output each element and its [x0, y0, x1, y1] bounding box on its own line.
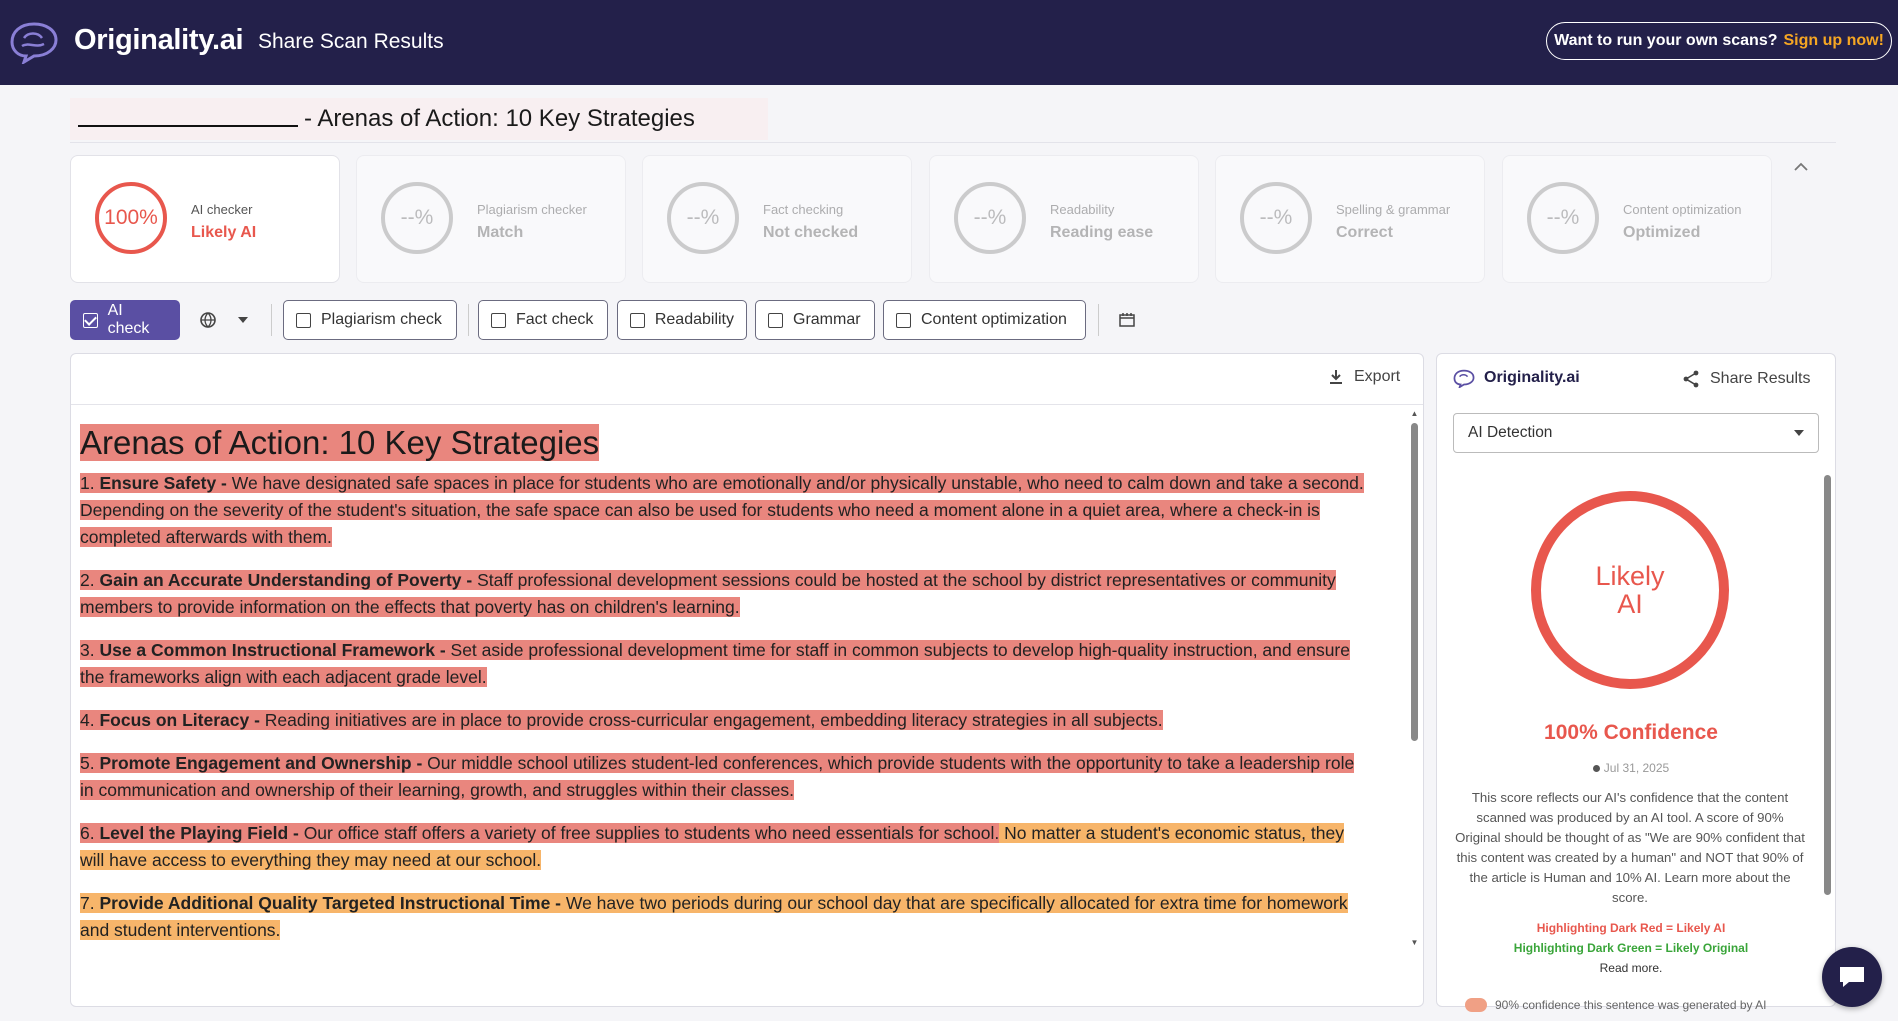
- card-label: Fact checking: [763, 202, 844, 217]
- chat-icon[interactable]: [1822, 947, 1882, 1007]
- score-ring: --%: [1527, 182, 1599, 254]
- paragraph: 3. Use a Common Instructional Framework …: [80, 640, 1350, 687]
- signup-question: Want to run your own scans?: [1554, 32, 1778, 49]
- export-button[interactable]: Export: [1328, 368, 1400, 386]
- export-download-icon: [1330, 370, 1342, 384]
- checkbox-icon: [896, 312, 911, 328]
- select-value: AI Detection: [1468, 424, 1553, 441]
- score-card-fact-checking[interactable]: --% Fact checking Not checked: [642, 155, 912, 283]
- toolbar-divider: [1098, 304, 1099, 336]
- brain-logo-icon: [1453, 369, 1475, 388]
- score-card-ai-checker[interactable]: 100% AI checker Likely AI: [70, 155, 340, 283]
- export-label: Export: [1354, 368, 1401, 385]
- score-ring: 100%: [95, 182, 167, 254]
- language-globe-icon[interactable]: [196, 308, 220, 332]
- legend-likely-original: Highlighting Dark Green = Likely Origina…: [1513, 941, 1749, 955]
- card-label: Spelling & grammar: [1336, 202, 1451, 217]
- checkbox-icon: [768, 312, 783, 328]
- calendar-icon[interactable]: [1115, 308, 1139, 332]
- confidence-score: 100% Confidence: [1544, 721, 1718, 744]
- author-redaction-line: [78, 125, 298, 127]
- legend-likely-ai: Highlighting Dark Red = Likely AI: [1536, 921, 1726, 935]
- checkbox-icon: [491, 312, 506, 328]
- chevron-down-icon[interactable]: [231, 308, 255, 332]
- side-panel-scrollbar[interactable]: [1824, 475, 1831, 895]
- ai-check-label: AI check: [107, 302, 150, 337]
- paragraph: 1. Ensure Safety - We have designated sa…: [80, 473, 1364, 547]
- scroll-down-icon[interactable]: ▼: [1410, 938, 1419, 947]
- paragraph: 5. Promote Engagement and Ownership - Ou…: [80, 753, 1355, 800]
- score-card-plagiarism[interactable]: --% Plagiarism checker Match: [356, 155, 626, 283]
- ai-score-ring: Likely AI: [1531, 491, 1729, 689]
- detection-mode-select[interactable]: AI Detection: [1453, 413, 1819, 453]
- card-value: Match: [477, 224, 524, 241]
- fact-check-label: Fact check: [516, 311, 594, 328]
- score-explanation: This score reflects our AI's confidence …: [1455, 790, 1805, 905]
- scroll-up-icon[interactable]: ▲: [1410, 409, 1419, 418]
- brain-logo-icon[interactable]: [8, 18, 60, 64]
- divider: [70, 142, 1836, 143]
- score-ring: --%: [667, 182, 739, 254]
- brand-name[interactable]: Originality.ai: [74, 24, 244, 57]
- document-title-row: - Arenas of Action: 10 Key Strategies: [70, 98, 768, 140]
- paragraph: 7. Provide Additional Quality Targeted I…: [80, 893, 1348, 940]
- paragraph: 6. Level the Playing Field - Our office …: [80, 823, 1344, 870]
- sentence-confidence-item: 90% confidence this sentence was generat…: [1465, 998, 1805, 1012]
- card-label: AI checker: [191, 202, 253, 217]
- ai-check-toggle[interactable]: AI check: [70, 300, 180, 340]
- card-label: Plagiarism checker: [477, 202, 587, 217]
- readability-toggle[interactable]: Readability: [617, 300, 747, 340]
- content-optimization-toggle[interactable]: Content optimization: [883, 300, 1086, 340]
- card-value: Reading ease: [1050, 224, 1154, 241]
- ring-label-line2: AI: [1617, 589, 1643, 619]
- checkbox-checked-icon: [83, 312, 98, 328]
- document-scrollbar[interactable]: [1411, 423, 1418, 741]
- grammar-toggle[interactable]: Grammar: [755, 300, 875, 340]
- card-label: Content optimization: [1623, 202, 1742, 217]
- paragraph: 2. Gain an Accurate Understanding of Pov…: [80, 570, 1336, 617]
- score-ring: --%: [1240, 182, 1312, 254]
- chevron-down-icon: [1794, 430, 1804, 436]
- score-ring: --%: [954, 182, 1026, 254]
- document-heading: Arenas of Action: 10 Key Strategies: [80, 424, 600, 461]
- checkbox-icon: [630, 312, 645, 328]
- content-optimization-label: Content optimization: [921, 311, 1067, 328]
- card-value: Not checked: [763, 224, 859, 241]
- score-card-content-optimization[interactable]: --% Content optimization Optimized: [1502, 155, 1772, 283]
- toolbar-divider: [468, 304, 469, 336]
- score-card-spelling-grammar[interactable]: --% Spelling & grammar Correct: [1215, 155, 1485, 283]
- score-card-readability[interactable]: --% Readability Reading ease: [929, 155, 1199, 283]
- confidence-pill: [1465, 998, 1487, 1012]
- document-title: - Arenas of Action: 10 Key Strategies: [304, 105, 695, 132]
- scan-date: Jul 31, 2025: [1436, 761, 1826, 775]
- readability-label: Readability: [654, 311, 734, 328]
- card-value: Optimized: [1623, 224, 1701, 241]
- grammar-label: Grammar: [793, 311, 861, 328]
- side-brand-name: Originality.ai: [1484, 369, 1580, 386]
- toolbar-divider: [271, 304, 272, 336]
- signup-link[interactable]: Sign up now!: [1784, 32, 1884, 50]
- plagiarism-check-label: Plagiarism check: [321, 311, 442, 328]
- fact-check-toggle[interactable]: Fact check: [478, 300, 608, 340]
- document-content: Arenas of Action: 10 Key Strategies 1. E…: [80, 420, 1370, 950]
- share-icon: [1683, 370, 1699, 388]
- share-results-button[interactable]: Share Results: [1682, 370, 1811, 388]
- card-value: Correct: [1336, 224, 1393, 241]
- plagiarism-check-toggle[interactable]: Plagiarism check: [283, 300, 457, 340]
- read-more-link[interactable]: Read more.: [1436, 961, 1826, 975]
- signup-banner[interactable]: Want to run your own scans? Sign up now!: [1546, 22, 1892, 60]
- card-value: Likely AI: [191, 224, 257, 241]
- chevron-up-icon[interactable]: [1793, 160, 1811, 174]
- card-label: Readability: [1050, 202, 1115, 217]
- checkbox-icon: [296, 312, 311, 328]
- side-brand: Originality.ai: [1452, 368, 1580, 388]
- top-nav-bar: Originality.ai Share Scan Results Want t…: [0, 0, 1898, 85]
- score-ring: --%: [381, 182, 453, 254]
- page-title: Share Scan Results: [258, 30, 444, 53]
- ring-label-line1: Likely: [1595, 561, 1665, 591]
- divider: [71, 404, 1423, 405]
- share-results-label: Share Results: [1710, 370, 1811, 387]
- paragraph: 4. Focus on Literacy - Reading initiativ…: [80, 710, 1163, 730]
